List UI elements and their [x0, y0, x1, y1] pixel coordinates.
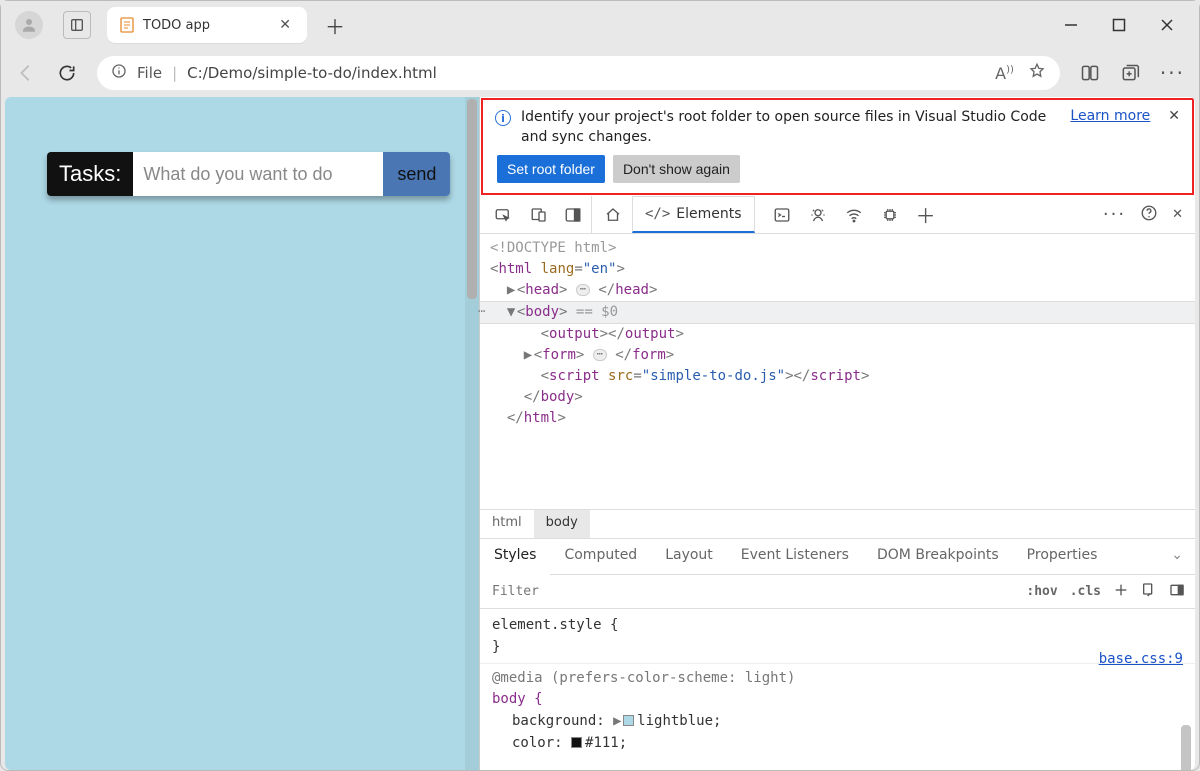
computed-styles-icon[interactable]: [1141, 582, 1157, 602]
set-root-folder-button[interactable]: Set root folder: [497, 155, 605, 183]
toggle-cls[interactable]: .cls: [1070, 584, 1101, 599]
back-button[interactable]: [15, 62, 37, 84]
maximize-button[interactable]: [1109, 15, 1129, 35]
page-viewport: Tasks: send: [5, 97, 480, 770]
inspect-element-icon[interactable]: [486, 196, 520, 233]
dom-tree[interactable]: <!DOCTYPE html> <html lang="en"> ▶<head>…: [480, 234, 1195, 509]
devtools-scrollbar[interactable]: [1181, 297, 1193, 770]
dont-show-again-button[interactable]: Don't show again: [613, 155, 740, 183]
devtools-more-icon[interactable]: ···: [1103, 204, 1126, 225]
content-area: Tasks: send i Identify your project's ro…: [5, 97, 1195, 770]
crumb-html[interactable]: html: [480, 510, 534, 538]
dom-body-row[interactable]: ⋯ ▼<body> == $0: [480, 301, 1195, 324]
infobar-message: Identify your project's root folder to o…: [521, 108, 1060, 147]
infobar-close-icon[interactable]: ✕: [1168, 108, 1180, 124]
tab-actions-icon[interactable]: [63, 11, 91, 39]
more-tabs-icon[interactable]: ＋: [909, 196, 943, 233]
tab-layout[interactable]: Layout: [651, 539, 727, 574]
profile-avatar[interactable]: [15, 11, 43, 39]
task-heading: Tasks:: [47, 152, 133, 196]
browser-toolbar: File | C:/Demo/simple-to-do/index.html A…: [1, 49, 1199, 97]
tab-properties[interactable]: Properties: [1013, 539, 1112, 574]
css-media-query: @media (prefers-color-scheme: light): [492, 670, 795, 686]
elements-tab[interactable]: </> Elements: [632, 196, 755, 233]
network-tab-icon[interactable]: [837, 196, 871, 233]
new-tab-button[interactable]: ＋: [317, 7, 353, 43]
devtools-close-icon[interactable]: ✕: [1172, 207, 1183, 222]
reload-button[interactable]: [57, 63, 77, 83]
tab-event-listeners[interactable]: Event Listeners: [727, 539, 863, 574]
minimize-button[interactable]: [1061, 15, 1081, 35]
source-link[interactable]: base.css:9: [1099, 649, 1183, 671]
learn-more-link[interactable]: Learn more: [1070, 108, 1150, 124]
send-button[interactable]: send: [383, 152, 450, 196]
read-aloud-icon[interactable]: A)): [995, 64, 1014, 83]
task-input[interactable]: [133, 152, 383, 196]
page-scroll-thumb[interactable]: [467, 99, 477, 299]
dom-breadcrumb: html body: [480, 509, 1195, 539]
split-screen-icon[interactable]: [1080, 63, 1100, 83]
task-form: Tasks: send: [47, 152, 450, 196]
close-window-button[interactable]: [1157, 15, 1177, 35]
tab-close-icon[interactable]: ✕: [275, 15, 295, 35]
css-body-selector: body {: [492, 691, 543, 707]
welcome-tab-icon[interactable]: [596, 196, 630, 233]
root-folder-infobar: i Identify your project's root folder to…: [481, 98, 1194, 195]
console-tab-icon[interactable]: [765, 196, 799, 233]
toggle-hov[interactable]: :hov: [1026, 584, 1057, 599]
settings-menu-icon[interactable]: ···: [1160, 61, 1185, 85]
sources-tab-icon[interactable]: [801, 196, 835, 233]
tab-dom-breakpoints[interactable]: DOM Breakpoints: [863, 539, 1013, 574]
css-element-style: element.style {: [492, 615, 1183, 637]
crumb-body[interactable]: body: [534, 510, 590, 538]
text-color-swatch[interactable]: [571, 737, 582, 748]
dock-side-icon[interactable]: [558, 196, 592, 233]
address-separator: |: [172, 64, 177, 82]
page-scrollbar[interactable]: [465, 97, 479, 770]
elements-tab-label: Elements: [676, 206, 741, 222]
address-scheme: File: [137, 64, 162, 82]
tab-styles[interactable]: Styles: [480, 539, 550, 575]
browser-tab[interactable]: TODO app ✕: [107, 7, 307, 43]
window-controls: [1061, 15, 1195, 35]
collections-icon[interactable]: [1120, 63, 1140, 83]
tab-computed[interactable]: Computed: [550, 539, 651, 574]
address-bar[interactable]: File | C:/Demo/simple-to-do/index.html A…: [97, 56, 1060, 90]
devtools-toolbar: </> Elements ＋ ··· ✕: [480, 196, 1195, 234]
dom-doctype: <!DOCTYPE html>: [490, 240, 616, 256]
performance-tab-icon[interactable]: [873, 196, 907, 233]
device-toolbar-icon[interactable]: [522, 196, 556, 233]
tab-title: TODO app: [143, 18, 267, 33]
styles-filter-row: :hov .cls: [480, 575, 1195, 609]
devtools-scroll-thumb[interactable]: [1181, 725, 1191, 770]
site-info-icon[interactable]: [111, 63, 127, 83]
styles-body[interactable]: element.style { } base.css:9 @media (pre…: [480, 609, 1195, 754]
favorite-icon[interactable]: [1028, 62, 1046, 84]
browser-titlebar: TODO app ✕ ＋: [1, 1, 1199, 49]
tab-favicon-icon: [119, 17, 135, 33]
help-icon[interactable]: [1140, 204, 1158, 226]
styles-subtabs: Styles Computed Layout Event Listeners D…: [480, 539, 1195, 575]
info-icon: i: [495, 110, 511, 126]
devtools-panel: i Identify your project's root folder to…: [480, 97, 1195, 770]
bg-color-swatch[interactable]: [623, 715, 634, 726]
elements-tab-icon: </>: [645, 206, 670, 222]
new-style-rule-icon[interactable]: [1113, 582, 1129, 602]
address-path: C:/Demo/simple-to-do/index.html: [187, 64, 437, 82]
styles-filter-input[interactable]: [490, 583, 1014, 600]
